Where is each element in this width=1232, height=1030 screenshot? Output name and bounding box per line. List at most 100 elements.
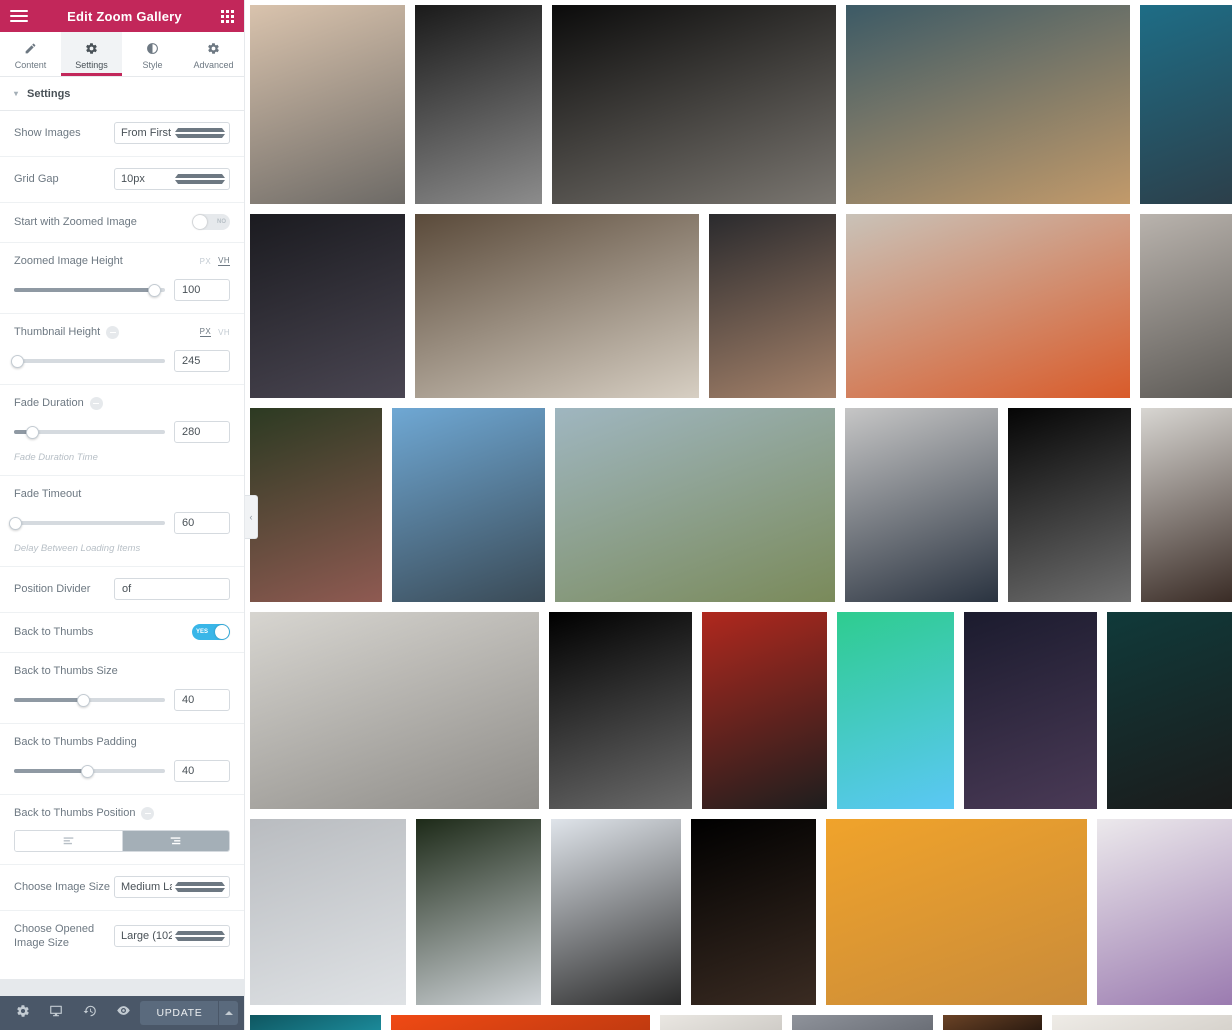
slider-handle[interactable] bbox=[25, 425, 39, 439]
gallery-thumbnail[interactable] bbox=[415, 819, 541, 1005]
control-zoomed-image-height: Zoomed Image Height PX VH 100 bbox=[0, 243, 244, 314]
control-label: Zoomed Image Height bbox=[14, 255, 123, 267]
back-to-thumbs-size-slider[interactable] bbox=[14, 693, 165, 707]
start-with-zoomed-image-toggle[interactable]: NO bbox=[192, 214, 230, 230]
align-right-icon[interactable] bbox=[122, 831, 229, 851]
gallery-thumbnail[interactable] bbox=[792, 1015, 933, 1030]
gallery-thumbnail[interactable] bbox=[845, 214, 1130, 398]
reset-icon[interactable] bbox=[141, 806, 155, 820]
gallery-image bbox=[709, 214, 836, 398]
thumbnail-height-input[interactable]: 245 bbox=[174, 350, 230, 372]
fade-duration-hint: Fade Duration Time bbox=[14, 452, 98, 463]
position-divider-input[interactable]: of bbox=[114, 578, 230, 600]
grid-apps-icon[interactable] bbox=[221, 9, 234, 23]
reset-icon[interactable] bbox=[89, 396, 103, 410]
gallery-thumbnail[interactable] bbox=[963, 612, 1098, 809]
align-left-icon[interactable] bbox=[15, 831, 123, 851]
gallery-image bbox=[250, 1015, 381, 1030]
gallery-thumbnail[interactable] bbox=[250, 1015, 381, 1030]
gallery-thumbnail[interactable] bbox=[250, 408, 382, 602]
unit-px[interactable]: PX bbox=[199, 327, 212, 337]
gallery-thumbnail[interactable] bbox=[1139, 5, 1232, 204]
gallery-thumbnail[interactable] bbox=[942, 1015, 1042, 1030]
slider-handle[interactable] bbox=[81, 764, 95, 778]
fade-timeout-hint: Delay Between Loading Items bbox=[14, 543, 141, 554]
slider-handle[interactable] bbox=[10, 354, 24, 368]
control-start-with-zoomed-image: Start with Zoomed Image NO bbox=[0, 203, 244, 243]
control-back-to-thumbs-size: Back to Thumbs Size 40 bbox=[0, 653, 244, 724]
gallery-thumbnail[interactable] bbox=[415, 5, 542, 204]
fade-timeout-slider[interactable] bbox=[9, 516, 165, 530]
gallery-thumbnail[interactable] bbox=[250, 819, 406, 1005]
choose-opened-image-size-select[interactable]: Large (1024px) bbox=[114, 925, 230, 947]
gallery-thumbnail[interactable] bbox=[1097, 819, 1232, 1005]
tab-settings[interactable]: Settings bbox=[61, 32, 122, 76]
choose-image-size-select[interactable]: Medium Large (768px) bbox=[114, 876, 230, 898]
back-to-thumbs-toggle[interactable]: YES bbox=[192, 624, 230, 640]
gallery-thumbnail[interactable] bbox=[415, 214, 700, 398]
grid-gap-select[interactable]: 10px bbox=[114, 168, 230, 190]
fade-duration-slider[interactable] bbox=[14, 425, 165, 439]
gallery-thumbnail[interactable] bbox=[250, 214, 406, 398]
back-to-thumbs-padding-input[interactable]: 40 bbox=[174, 760, 230, 782]
gallery-thumbnail[interactable] bbox=[690, 819, 816, 1005]
gallery-thumbnail[interactable] bbox=[1007, 408, 1131, 602]
tab-advanced[interactable]: Advanced bbox=[183, 32, 244, 76]
gallery-thumbnail[interactable] bbox=[1140, 408, 1232, 602]
gallery-thumbnail[interactable] bbox=[844, 408, 998, 602]
gallery-image bbox=[845, 5, 1130, 204]
settings-button[interactable] bbox=[6, 996, 40, 1030]
fade-duration-input[interactable]: 280 bbox=[174, 421, 230, 443]
control-fade-timeout: Fade Timeout 60 Delay Between Loading It… bbox=[0, 476, 244, 567]
gallery-thumbnail[interactable] bbox=[550, 819, 681, 1005]
gallery-thumbnail[interactable] bbox=[554, 408, 835, 602]
control-label: Start with Zoomed Image bbox=[14, 216, 137, 228]
gallery-thumbnail[interactable] bbox=[250, 5, 406, 204]
thumbnail-height-slider[interactable] bbox=[10, 354, 165, 368]
gallery-thumbnail[interactable] bbox=[1139, 214, 1232, 398]
tab-content[interactable]: Content bbox=[0, 32, 61, 76]
gallery-thumbnail[interactable] bbox=[1051, 1015, 1232, 1030]
slider-handle[interactable] bbox=[76, 693, 90, 707]
panel-collapse-handle[interactable]: ‹ bbox=[245, 495, 258, 539]
app-root: Edit Zoom Gallery Content Settings Style… bbox=[0, 0, 1232, 1030]
history-button[interactable] bbox=[73, 996, 107, 1030]
tab-style[interactable]: Style bbox=[122, 32, 183, 76]
slider-handle[interactable] bbox=[9, 516, 22, 530]
hamburger-icon[interactable] bbox=[10, 10, 28, 22]
gallery-thumbnail[interactable] bbox=[548, 612, 693, 809]
gallery-thumbnail[interactable] bbox=[1107, 612, 1232, 809]
control-label: Back to Thumbs Position bbox=[14, 807, 136, 819]
zoomed-image-height-input[interactable]: 100 bbox=[174, 279, 230, 301]
update-button[interactable]: UPDATE bbox=[140, 1001, 219, 1025]
gallery-thumbnail[interactable] bbox=[845, 5, 1130, 204]
section-settings-header[interactable]: ▾ Settings bbox=[0, 77, 244, 111]
gallery-thumbnail[interactable] bbox=[391, 408, 545, 602]
gallery-thumbnail[interactable] bbox=[709, 214, 836, 398]
zoomed-image-height-slider[interactable] bbox=[14, 283, 165, 297]
slider-fill bbox=[14, 288, 155, 292]
reset-icon[interactable] bbox=[106, 325, 120, 339]
unit-vh[interactable]: VH bbox=[218, 256, 230, 266]
slider-handle[interactable] bbox=[147, 283, 161, 297]
gallery-thumbnail[interactable] bbox=[551, 5, 836, 204]
gallery-thumbnail[interactable] bbox=[836, 612, 954, 809]
control-back-to-thumbs-padding: Back to Thumbs Padding 40 bbox=[0, 724, 244, 795]
preview-button[interactable] bbox=[107, 996, 141, 1030]
show-images-select[interactable]: From First To Last bbox=[114, 122, 230, 144]
gallery-thumbnail[interactable] bbox=[390, 1015, 650, 1030]
gallery-thumbnail[interactable] bbox=[825, 819, 1088, 1005]
unit-vh[interactable]: VH bbox=[218, 328, 230, 337]
update-options-button[interactable] bbox=[218, 1001, 239, 1025]
gallery-thumbnail[interactable] bbox=[250, 612, 539, 809]
back-to-thumbs-size-input[interactable]: 40 bbox=[174, 689, 230, 711]
tab-settings-label: Settings bbox=[75, 59, 108, 70]
fade-timeout-input[interactable]: 60 bbox=[174, 512, 230, 534]
gallery-thumbnail[interactable] bbox=[702, 612, 827, 809]
gallery-thumbnail[interactable] bbox=[659, 1015, 783, 1030]
gallery-row bbox=[250, 612, 1232, 809]
back-to-thumbs-padding-slider[interactable] bbox=[14, 764, 165, 778]
responsive-mode-button[interactable] bbox=[40, 996, 74, 1030]
gallery-image bbox=[250, 612, 539, 809]
unit-px[interactable]: PX bbox=[200, 257, 211, 266]
